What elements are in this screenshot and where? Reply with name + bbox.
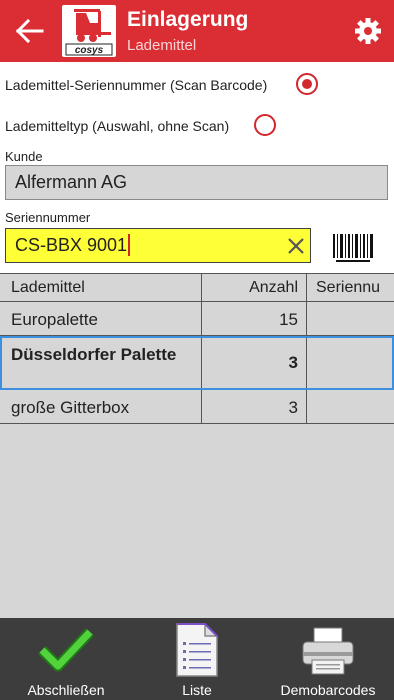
radio-serial-label[interactable]: Lademittel-Seriennummer (Scan Barcode) (5, 77, 267, 93)
app-logo: cosys (62, 5, 116, 57)
demobarcodes-label: Demobarcodes (280, 682, 376, 698)
cell-anzahl: 3 (202, 338, 307, 388)
svg-text:cosys: cosys (75, 45, 104, 56)
form-panel: Lademittel-Seriennummer (Scan Barcode) L… (0, 62, 394, 273)
radio-type[interactable] (254, 114, 276, 136)
table-row[interactable]: große Gitterbox 3 (0, 390, 394, 424)
page-title: Einlagerung (127, 8, 249, 31)
cell-anzahl: 3 (202, 390, 307, 423)
cell-serie (307, 338, 392, 388)
cell-lademittel: Düsseldorfer Palette (2, 338, 202, 388)
serial-label: Seriennummer (5, 210, 91, 225)
serial-input[interactable]: CS-BBX 9001 (5, 228, 311, 263)
customer-field: Alfermann AG (5, 165, 388, 200)
radio-type-label[interactable]: Lademitteltyp (Auswahl, ohne Scan) (5, 118, 229, 134)
table-header: Lademittel Anzahl Seriennu (0, 273, 394, 302)
column-header-serie[interactable]: Seriennu (307, 274, 394, 301)
arrow-left-icon[interactable] (14, 16, 46, 46)
cell-lademittel: große Gitterbox (0, 390, 202, 423)
finish-label: Abschließen (27, 682, 105, 698)
cell-serie (307, 390, 394, 423)
text-caret (128, 233, 131, 256)
finish-button[interactable]: Abschließen (0, 618, 132, 700)
demobarcodes-button[interactable]: Demobarcodes (262, 618, 394, 700)
list-button[interactable]: Liste (132, 618, 262, 700)
printer-icon (302, 627, 354, 675)
bottom-action-bar: Abschließen Liste Demobarcodes (0, 618, 394, 700)
table-row-selected[interactable]: Düsseldorfer Palette 3 (0, 336, 394, 390)
list-label: Liste (182, 682, 212, 698)
cell-anzahl: 15 (202, 302, 307, 335)
table-row[interactable]: Europalette 15 (0, 302, 394, 336)
radio-serial[interactable] (296, 73, 318, 95)
cell-serie (307, 302, 394, 335)
cell-lademittel: Europalette (0, 302, 202, 335)
app-bar: cosys Einlagerung Lademittel (0, 0, 394, 62)
list-icon (176, 623, 218, 677)
lademittel-table: Lademittel Anzahl Seriennu Europalette 1… (0, 273, 394, 424)
column-header-anzahl[interactable]: Anzahl (202, 274, 307, 301)
customer-label: Kunde (5, 149, 43, 164)
checkmark-icon (38, 628, 94, 672)
gear-icon[interactable] (354, 17, 382, 45)
column-header-lademittel[interactable]: Lademittel (0, 274, 202, 301)
barcode-scan-icon[interactable] (330, 232, 376, 265)
serial-input-value: CS-BBX 9001 (15, 235, 128, 255)
page-subtitle: Lademittel (127, 37, 197, 54)
clear-icon[interactable] (286, 236, 306, 256)
